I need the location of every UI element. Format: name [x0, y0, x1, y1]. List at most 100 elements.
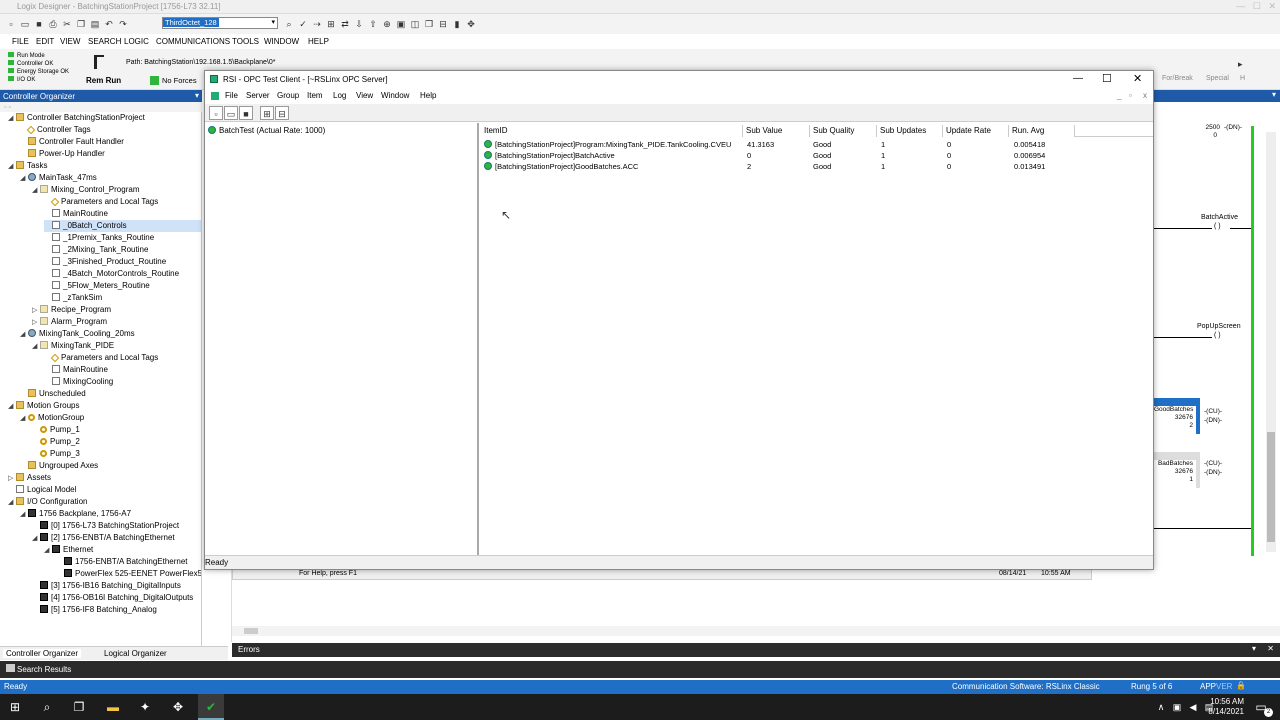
menu-view[interactable]: VIEW: [60, 37, 80, 46]
find-icon[interactable]: ⌕: [282, 17, 296, 31]
opc-menu-window[interactable]: Window: [381, 91, 409, 100]
online-icon[interactable]: ⇄: [338, 17, 352, 31]
tree-node[interactable]: _1Premix_Tanks_Routine: [44, 232, 201, 244]
ladder-icon[interactable]: ⊞: [324, 17, 338, 31]
chevron-up-icon[interactable]: ∧: [1154, 700, 1168, 714]
opc-menu-item[interactable]: Item: [307, 91, 323, 100]
zoom-icon[interactable]: ⊕: [380, 17, 394, 31]
opc-menu-file[interactable]: File: [225, 91, 238, 100]
opc-client-task[interactable]: ✔: [198, 694, 224, 720]
upload-icon[interactable]: ⇧: [366, 17, 380, 31]
add-item-icon[interactable]: ⊞: [260, 106, 274, 120]
rslinx-icon[interactable]: ✦: [138, 700, 152, 714]
tree-node[interactable]: MixingCooling: [44, 376, 201, 388]
expand-toggle-icon[interactable]: ◢: [8, 497, 16, 509]
tree-node[interactable]: ◢ Controller BatchingStationProject: [8, 112, 201, 124]
download-icon[interactable]: ⇩: [352, 17, 366, 31]
tree-node[interactable]: Unscheduled: [20, 388, 201, 400]
expand-toggle-icon[interactable]: ◢: [20, 329, 28, 341]
expand-toggle-icon[interactable]: ◢: [20, 509, 28, 521]
tree-node[interactable]: _0Batch_Controls: [44, 220, 201, 232]
tree-node[interactable]: ◢ Mixing_Control_Program: [32, 184, 201, 197]
menu-file[interactable]: FILE: [12, 37, 29, 46]
tree-node[interactable]: ▷ Alarm_Program: [32, 316, 201, 328]
tree-node[interactable]: ◢ MainTask_47ms: [20, 172, 201, 184]
tree-node[interactable]: ◢ Ethernet: [44, 544, 201, 557]
horizontal-scrollbar[interactable]: [232, 626, 1280, 636]
opc-menu-view[interactable]: View: [356, 91, 373, 100]
tree-node[interactable]: _3Finished_Product_Routine: [44, 256, 201, 268]
tree-node[interactable]: ▷ Recipe_Program: [32, 304, 201, 316]
tree-node[interactable]: Controller Tags: [20, 124, 201, 136]
menu-help[interactable]: HELP: [308, 37, 329, 46]
tree-node[interactable]: ◢ I/O Configuration: [8, 496, 201, 509]
expand-toggle-icon[interactable]: ◢: [44, 545, 52, 557]
maximize-icon[interactable]: ☐: [1102, 72, 1112, 85]
tree-node[interactable]: ◢ MixingTank_PIDE: [32, 340, 201, 352]
menu-tools[interactable]: TOOLS: [232, 37, 259, 46]
tree-node[interactable]: Ungrouped Axes: [20, 460, 201, 472]
tree-node[interactable]: ◢ MotionGroup: [20, 412, 201, 424]
pin-icon[interactable]: ▾: [1252, 644, 1256, 653]
chevron-down-icon[interactable]: ▾: [1272, 90, 1276, 99]
menu-logic[interactable]: LOGIC: [124, 37, 149, 46]
clock[interactable]: 10:56 AM 8/14/2021: [1204, 697, 1244, 717]
logix-window-controls[interactable]: — ☐ ✕: [1236, 1, 1276, 12]
tree-node[interactable]: [0] 1756-L73 BatchingStationProject: [32, 520, 201, 532]
cut-icon[interactable]: ✂: [60, 17, 74, 31]
tile-icon[interactable]: ◫: [408, 17, 422, 31]
tree-node[interactable]: [3] 1756-IB16 Batching_DigitalInputs: [32, 580, 201, 592]
expand-toggle-icon[interactable]: ◢: [32, 185, 40, 197]
menu-communications[interactable]: COMMUNICATIONS: [156, 37, 230, 46]
task-view-icon[interactable]: ❐: [72, 700, 86, 714]
menu-search[interactable]: SEARCH: [88, 37, 121, 46]
save-icon[interactable]: ■: [32, 17, 46, 31]
instruction-tab-special[interactable]: Special: [1206, 75, 1229, 82]
logix-icon[interactable]: ✥: [171, 700, 185, 714]
new-icon[interactable]: ▫: [209, 106, 223, 120]
undo-icon[interactable]: ↶: [102, 17, 116, 31]
col-header-sub-value[interactable]: Sub Value: [743, 125, 810, 137]
tree-node[interactable]: _2Mixing_Tank_Routine: [44, 244, 201, 256]
col-header-update-rate[interactable]: Update Rate: [943, 125, 1009, 137]
opc-group-node[interactable]: BatchTest (Actual Rate: 1000): [208, 126, 325, 135]
opc-menu-group[interactable]: Group: [277, 91, 299, 100]
print-icon[interactable]: ⎙: [46, 17, 60, 31]
tab-controller-organizer[interactable]: Controller Organizer: [3, 649, 82, 658]
menu-window[interactable]: WINDOW: [264, 37, 299, 46]
toolbar-icons-2[interactable]: ⌕ ✓ ⇢ ⊞ ⇄ ⇩ ⇧ ⊕ ▣ ◫ ❒ ⊟ ▮ ✥: [282, 17, 478, 31]
search-icon[interactable]: ⌕: [40, 700, 54, 714]
browse-icon[interactable]: ⇢: [310, 17, 324, 31]
tree-node[interactable]: Logical Model: [8, 484, 201, 496]
open-icon[interactable]: ▭: [224, 106, 238, 120]
tree-node[interactable]: Pump_3: [32, 448, 201, 460]
window-icon[interactable]: ▣: [394, 17, 408, 31]
remove-item-icon[interactable]: ⊟: [275, 106, 289, 120]
paste-icon[interactable]: ▤: [88, 17, 102, 31]
menu-edit[interactable]: EDIT: [36, 37, 54, 46]
tree-node[interactable]: ◢ MixingTank_Cooling_20ms: [20, 328, 201, 341]
tree-node[interactable]: PowerFlex 525-EENET PowerFlex525: [56, 568, 201, 580]
opc-menu-log[interactable]: Log: [333, 91, 346, 100]
search-results-label[interactable]: Search Results: [17, 665, 71, 674]
col-header-itemid[interactable]: ItemID: [481, 125, 743, 137]
opc-item-row[interactable]: [BatchingStationProject]GoodBatches.ACC 2…: [481, 161, 1153, 172]
tree-node[interactable]: _5Flow_Meters_Routine: [44, 280, 201, 292]
opc-menu-help[interactable]: Help: [420, 91, 436, 100]
tree-node[interactable]: MainRoutine: [44, 208, 201, 220]
tree-node[interactable]: Parameters and Local Tags: [44, 196, 201, 208]
tree-node[interactable]: [4] 1756-OB16I Batching_DigitalOutputs: [32, 592, 201, 604]
col-header-sub-quality[interactable]: Sub Quality: [810, 125, 877, 137]
tree-node[interactable]: _4Batch_MotorControls_Routine: [44, 268, 201, 280]
save-icon[interactable]: ■: [239, 106, 253, 120]
opc-item-row[interactable]: [BatchingStationProject]BatchActive 0 Good…: [481, 150, 1153, 161]
instruction-tab-forbreak[interactable]: For/Break: [1162, 75, 1193, 82]
tree-node[interactable]: ◢ Motion Groups: [8, 400, 201, 412]
ladder-scrollbar[interactable]: [1266, 132, 1276, 552]
collapse-icon[interactable]: ▫ ▫: [4, 104, 11, 111]
volume-icon[interactable]: ◀: [1186, 700, 1200, 714]
opc-menu-server[interactable]: Server: [246, 91, 270, 100]
tree-node[interactable]: ▷ Assets: [8, 472, 201, 484]
verify-icon[interactable]: ✓: [296, 17, 310, 31]
open-icon[interactable]: ▭: [18, 17, 32, 31]
